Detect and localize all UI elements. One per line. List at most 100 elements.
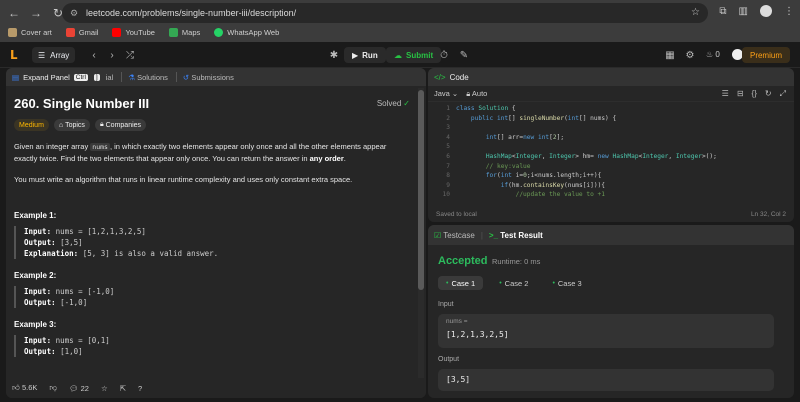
comments-button[interactable]: 💬︎ 22 bbox=[69, 384, 89, 393]
example-heading: Example 3: bbox=[14, 320, 57, 329]
checkbox-icon: ☑ bbox=[434, 230, 442, 240]
companies-tag[interactable]: 🔒︎ Companies bbox=[94, 119, 147, 131]
extensions-icon[interactable]: ⧉ bbox=[719, 6, 726, 17]
braces-icon[interactable]: {} bbox=[752, 89, 757, 99]
menu-icon[interactable]: ⋮ bbox=[784, 6, 794, 17]
cloud-upload-icon: ☁ bbox=[394, 50, 402, 60]
layout-icon[interactable]: ▦ bbox=[662, 47, 678, 63]
code-line: // key:value bbox=[456, 162, 531, 170]
note-icon[interactable]: ☰ bbox=[722, 89, 729, 99]
play-icon: ▶ bbox=[352, 50, 359, 60]
address-bar[interactable]: ⚙ leetcode.com/problems/single-number-ii… bbox=[62, 3, 708, 23]
prev-problem-icon[interactable]: ‹ bbox=[86, 47, 102, 63]
problem-title[interactable]: 260. Single Number III bbox=[14, 96, 414, 111]
fullscreen-icon[interactable]: ⤢ bbox=[780, 89, 786, 99]
premium-button[interactable]: Premium bbox=[741, 47, 790, 63]
result-tabbar: ☑ Testcase | >_ Test Result bbox=[428, 225, 794, 245]
like-button[interactable]: 👍︎ 5.6K bbox=[12, 383, 37, 393]
problem-description: Given an integer array nums, in which ex… bbox=[14, 142, 387, 163]
pass-dot-icon: • bbox=[499, 279, 502, 287]
history-icon: ↺ bbox=[182, 72, 190, 82]
description-tabbar: ▤ Expand Panel Ctrl ] ial ⚗ Solutions ↺ … bbox=[6, 68, 426, 86]
shuffle-icon[interactable]: ⤮ bbox=[122, 47, 138, 63]
notes-icon[interactable]: ✎ bbox=[456, 47, 472, 63]
bookmark-star-icon[interactable]: ☆ bbox=[691, 7, 700, 18]
bookmark-whatsapp[interactable]: WhatsApp Web bbox=[214, 28, 279, 37]
thumbs-up-icon: 👍︎ bbox=[12, 383, 20, 392]
pass-dot-icon: • bbox=[446, 279, 449, 287]
whatsapp-icon bbox=[214, 28, 224, 37]
problem-constraint-text: You must write an algorithm that runs in… bbox=[14, 175, 353, 184]
run-button[interactable]: ▶ Run bbox=[344, 47, 386, 63]
description-panel: ▤ Expand Panel Ctrl ] ial ⚗ Solutions ↺ … bbox=[6, 68, 426, 398]
bookmark-youtube[interactable]: YouTube bbox=[112, 28, 155, 37]
output-value: [3,5] bbox=[446, 375, 471, 384]
code-line: class Solution { bbox=[456, 105, 516, 112]
leetcode-topbar: ᒪ ☰ Array ‹ › ⤮ ✱ ▶ Run ☁ Submit ⏱ ✎ ▦ ⚙… bbox=[0, 42, 800, 68]
tab-test-result[interactable]: >_ Test Result bbox=[489, 231, 543, 240]
url-text: leetcode.com/problems/single-number-iii/… bbox=[86, 8, 297, 18]
leetcode-logo-icon[interactable]: ᒪ bbox=[10, 48, 22, 62]
reset-icon[interactable]: ↻ bbox=[765, 89, 772, 99]
next-problem-icon[interactable]: › bbox=[104, 47, 120, 63]
back-icon[interactable]: ← bbox=[6, 5, 22, 21]
dislike-icon[interactable]: 👎︎ bbox=[49, 383, 57, 393]
tag-icon: ⌂ bbox=[58, 121, 64, 129]
browser-chrome: ← → ↻ ⚙ leetcode.com/problems/single-num… bbox=[0, 0, 800, 42]
code-status-bar: Saved to local Ln 32, Col 2 bbox=[428, 206, 794, 222]
lock-icon: 🔒︎ bbox=[99, 121, 104, 128]
example-heading: Example 2: bbox=[14, 271, 57, 280]
forward-icon[interactable]: → bbox=[28, 5, 44, 21]
submit-button[interactable]: ☁ Submit bbox=[386, 47, 442, 63]
input-value: [1,2,1,3,2,5] bbox=[446, 330, 509, 339]
help-icon[interactable]: ? bbox=[138, 384, 142, 393]
code-editor[interactable]: 1 class Solution { 2 public int[] single… bbox=[428, 104, 794, 204]
profile-avatar[interactable] bbox=[760, 5, 772, 17]
cursor-position: Ln 32, Col 2 bbox=[750, 210, 786, 218]
tab-divider: | bbox=[480, 230, 483, 240]
case-1-tab[interactable]: • Case 1 bbox=[438, 276, 484, 290]
debug-icon[interactable]: ✱ bbox=[326, 47, 342, 63]
problem-list-button[interactable]: ☰ Array bbox=[32, 47, 76, 63]
description-footer: 👍︎ 5.6K 👎︎ 💬︎ 22 ☆ ⇱ ? bbox=[6, 378, 426, 398]
code-line: for(int i=0;i<nums.length;i++){ bbox=[485, 172, 602, 180]
case-2-tab[interactable]: • Case 2 bbox=[491, 276, 536, 290]
settings-icon[interactable]: ⚙ bbox=[682, 47, 698, 63]
tab-testcase[interactable]: ☑ Testcase bbox=[434, 231, 475, 240]
star-icon[interactable]: ☆ bbox=[101, 384, 108, 393]
site-info-icon[interactable]: ⚙ bbox=[70, 8, 80, 18]
code-panel: </> Code Java ⌄ 🔒︎ Auto ☰ ⊟ {} ↻ ⤢ 1 cla… bbox=[428, 68, 794, 222]
tab-submissions[interactable]: ↺ Submissions bbox=[183, 73, 234, 82]
bookmark-gmail[interactable]: Gmail bbox=[65, 28, 98, 37]
bookmark-cover-art[interactable]: Cover art bbox=[8, 28, 52, 37]
code-header: </> Code bbox=[428, 68, 794, 86]
code-line: int[] arr=new int[2]; bbox=[485, 133, 565, 141]
flask-icon: ⚗ bbox=[128, 72, 135, 82]
bookmark-maps[interactable]: Maps bbox=[168, 28, 200, 37]
terminal-icon: >_ bbox=[488, 230, 499, 240]
document-icon: ▤ bbox=[12, 72, 20, 82]
case-3-tab[interactable]: • Case 3 bbox=[544, 276, 589, 290]
scrollbar-thumb[interactable] bbox=[418, 90, 424, 290]
code-options-bar: Java ⌄ 🔒︎ Auto ☰ ⊟ {} ↻ ⤢ bbox=[428, 86, 794, 102]
sidepanel-icon[interactable]: ▥ bbox=[739, 6, 748, 17]
tab-solutions[interactable]: ⚗ Solutions bbox=[128, 73, 168, 82]
pass-dot-icon: • bbox=[552, 279, 555, 287]
test-result-panel: ☑ Testcase | >_ Test Result Accepted Run… bbox=[428, 225, 794, 398]
result-status: Accepted bbox=[438, 255, 488, 267]
cover-art-icon bbox=[8, 28, 17, 37]
tab-editorial[interactable]: ial bbox=[106, 73, 114, 82]
share-icon[interactable]: ⇱ bbox=[120, 384, 126, 393]
code-line: //update the value to +1 bbox=[456, 191, 606, 199]
bookmark-icon[interactable]: ⊟ bbox=[737, 89, 744, 99]
difficulty-badge[interactable]: Medium bbox=[14, 119, 49, 131]
timer-icon[interactable]: ⏱ bbox=[436, 47, 452, 63]
input-label: Input bbox=[438, 301, 454, 308]
language-select[interactable]: Java ⌄ bbox=[434, 89, 458, 98]
auto-mode-toggle[interactable]: 🔒︎ Auto bbox=[466, 89, 487, 99]
save-status: Saved to local bbox=[436, 210, 477, 218]
expand-panel-tooltip[interactable]: ▤ Expand Panel Ctrl ] bbox=[12, 73, 100, 82]
topics-tag[interactable]: ⌂ Topics bbox=[53, 119, 90, 131]
input-var: nums = bbox=[446, 318, 468, 325]
streak-counter[interactable]: ♨ 0 bbox=[706, 50, 720, 59]
